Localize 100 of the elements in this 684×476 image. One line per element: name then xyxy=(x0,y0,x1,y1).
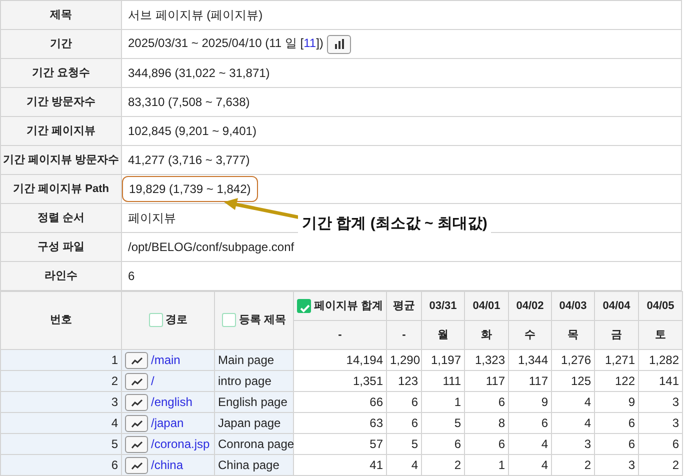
field-label: 제목 xyxy=(0,0,122,30)
table-cell: China page xyxy=(214,454,294,476)
table-cell: 141 xyxy=(638,370,682,392)
field-value: 서브 페이지뷰 (페이지뷰) xyxy=(128,8,263,22)
table-cell: 3 xyxy=(638,392,682,412)
trend-button[interactable] xyxy=(125,436,148,454)
table-cell: 3 xyxy=(638,412,682,434)
table-cell: 122 xyxy=(594,370,638,392)
path-link[interactable]: / xyxy=(151,374,154,388)
table-cell: 9 xyxy=(508,392,552,412)
table-cell: 3 xyxy=(594,454,638,476)
column-header: 경로 xyxy=(166,314,188,326)
field-value: 2025/03/31 ~ 2025/04/10 (11 일 [11]) xyxy=(128,36,324,50)
table-cell: 8 xyxy=(464,412,508,434)
column-subheader: 수 xyxy=(508,320,552,350)
trend-button[interactable] xyxy=(125,373,148,390)
trend-button[interactable] xyxy=(125,352,148,370)
table-cell: 1,271 xyxy=(594,350,638,370)
table-cell: 14,194 xyxy=(294,350,386,370)
table-cell: Conrona page xyxy=(214,434,294,454)
field-label: 기간 요청수 xyxy=(0,58,122,88)
column-header: 04/03 xyxy=(552,292,594,320)
checkbox[interactable] xyxy=(148,313,162,328)
field-value: /opt/BELOG/conf/subpage.conf xyxy=(128,240,294,254)
table-cell: 4 xyxy=(386,454,422,476)
line-chart-icon xyxy=(130,420,142,428)
column-header: 04/05 xyxy=(638,292,682,320)
column-subheader: 화 xyxy=(464,320,508,350)
row-number: 4 xyxy=(0,412,122,434)
row-number: 2 xyxy=(0,370,122,392)
table-cell: 6 xyxy=(638,434,682,454)
table-cell: 6 xyxy=(386,392,422,412)
table-cell: 1,197 xyxy=(422,350,464,370)
column-header: 등록 제목 xyxy=(238,314,286,326)
table-cell: 6 xyxy=(594,434,638,454)
field-label: 구성 파일 xyxy=(0,232,122,262)
row-number: 5 xyxy=(0,434,122,454)
field-label: 기간 페이지뷰 xyxy=(0,116,122,146)
table-cell: 4 xyxy=(508,434,552,454)
column-subheader: 월 xyxy=(422,320,464,350)
table-cell: 6 xyxy=(386,412,422,434)
table-cell: 123 xyxy=(386,370,422,392)
table-cell: Main page xyxy=(214,350,294,370)
line-chart-icon xyxy=(130,462,142,470)
table-cell: 125 xyxy=(552,370,594,392)
table-cell: 1,282 xyxy=(638,350,682,370)
column-header: 평균 xyxy=(386,292,422,320)
field-label: 기간 페이지뷰 방문자수 xyxy=(0,146,122,174)
column-subheader: - xyxy=(386,320,422,350)
chart-button[interactable] xyxy=(327,34,352,54)
table-cell: 63 xyxy=(294,412,386,434)
table-cell: 1 xyxy=(464,454,508,476)
column-header: 번호 xyxy=(0,292,122,350)
field-label: 기간 페이지뷰 Path xyxy=(0,174,122,204)
column-header: 04/01 xyxy=(464,292,508,320)
table-cell: 117 xyxy=(508,370,552,392)
table-cell: 6 xyxy=(508,412,552,434)
table-cell: 57 xyxy=(294,434,386,454)
table-cell: 1,344 xyxy=(508,350,552,370)
day-count-link[interactable]: 11 xyxy=(304,36,316,50)
table-cell: English page xyxy=(214,392,294,412)
table-cell: 6 xyxy=(422,434,464,454)
field-value: 6 xyxy=(128,269,135,283)
table-cell: 2 xyxy=(638,454,682,476)
checkbox[interactable] xyxy=(222,313,236,328)
field-value: 102,845 (9,201 ~ 9,401) xyxy=(128,124,256,138)
table-cell: 117 xyxy=(464,370,508,392)
checkbox[interactable] xyxy=(297,298,311,313)
field-value: 페이지뷰 xyxy=(128,211,176,225)
trend-button[interactable] xyxy=(125,394,148,412)
column-header: 페이지뷰 합계 xyxy=(314,300,384,312)
table-cell: 1,351 xyxy=(294,370,386,392)
column-subheader: 금 xyxy=(594,320,638,350)
table-cell: 2 xyxy=(422,454,464,476)
table-cell: intro page xyxy=(214,370,294,392)
column-header: 04/04 xyxy=(594,292,638,320)
table-cell: 9 xyxy=(594,392,638,412)
field-label: 기간 xyxy=(0,30,122,58)
table-cell: 4 xyxy=(552,412,594,434)
table-cell: 1,323 xyxy=(464,350,508,370)
line-chart-icon xyxy=(130,398,142,407)
row-number: 3 xyxy=(0,392,122,412)
table-cell: 41 xyxy=(294,454,386,476)
row-number: 6 xyxy=(0,454,122,476)
table-cell: 1 xyxy=(422,392,464,412)
field-label: 라인수 xyxy=(0,262,122,290)
field-label: 기간 방문자수 xyxy=(0,88,122,116)
line-chart-icon xyxy=(130,378,142,386)
table-cell: 5 xyxy=(386,434,422,454)
trend-button[interactable] xyxy=(125,415,148,432)
table-cell: 6 xyxy=(464,392,508,412)
table-cell: 2 xyxy=(552,454,594,476)
trend-button[interactable] xyxy=(125,457,148,474)
table-cell: 1,290 xyxy=(386,350,422,370)
column-subheader: 토 xyxy=(638,320,682,350)
column-subheader: 목 xyxy=(552,320,594,350)
line-chart-icon xyxy=(130,356,142,365)
field-value: 41,277 (3,716 ~ 3,777) xyxy=(128,153,250,167)
column-header: 03/31 xyxy=(422,292,464,320)
bar-chart-icon xyxy=(334,39,345,50)
